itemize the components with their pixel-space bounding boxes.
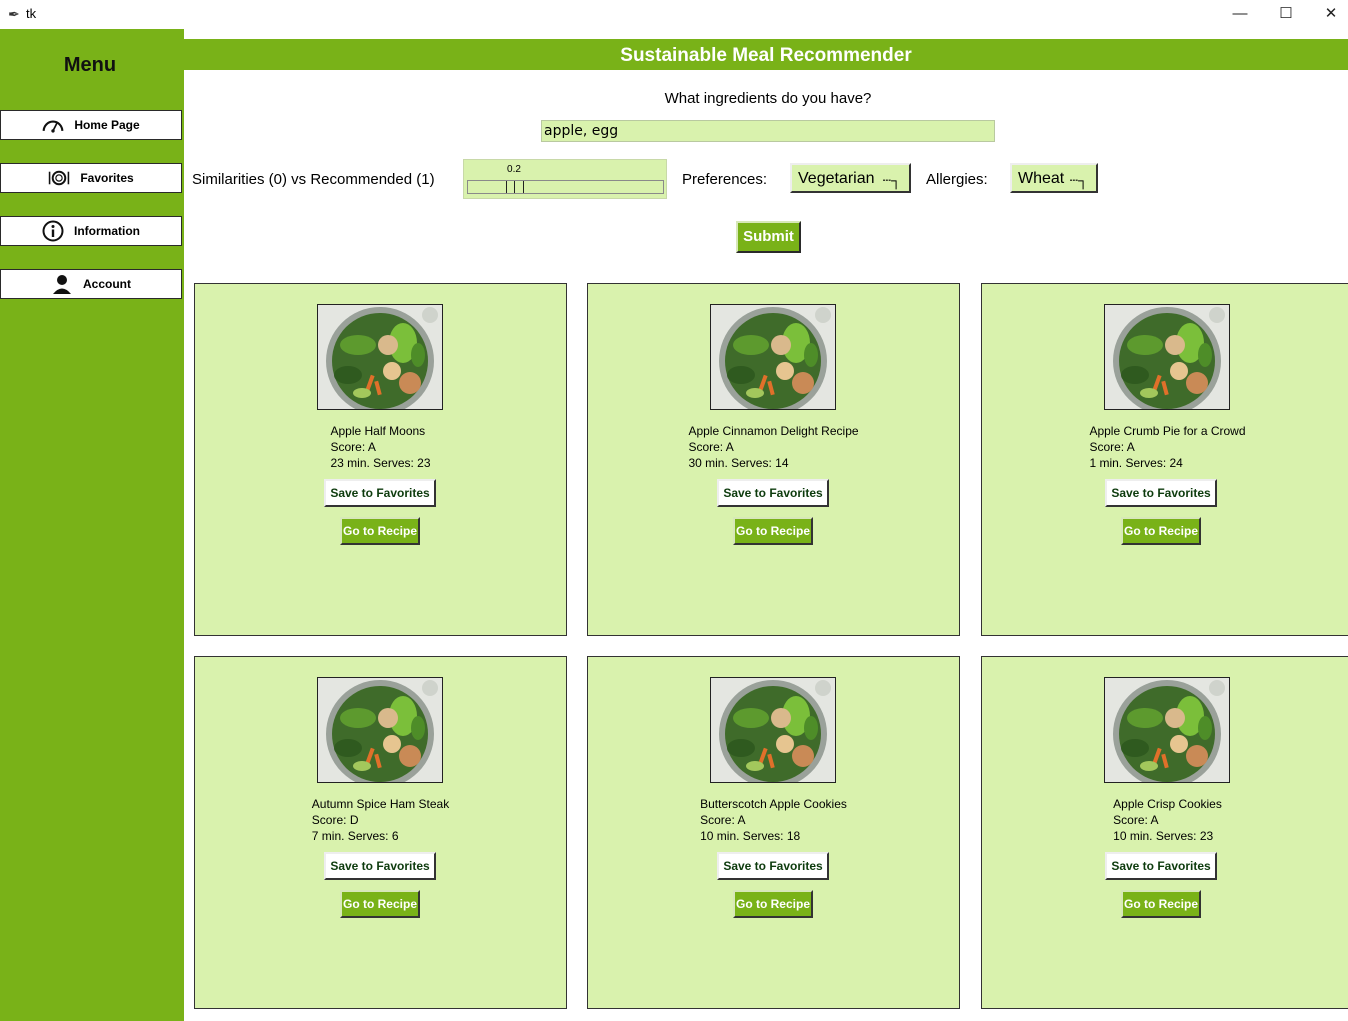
recipe-info: Apple Cinnamon Delight Recipe Score: A 30 …	[588, 423, 959, 471]
recipe-info: Autumn Spice Ham Steak Score: D 7 min. Ser…	[195, 796, 566, 844]
recipe-card: Apple Cinnamon Delight Recipe Score: A 30 …	[587, 283, 960, 636]
save-to-favorites-button[interactable]: Save to Favorites	[324, 852, 436, 880]
slider-trough[interactable]	[467, 180, 664, 194]
recipe-time-serves: 23 min. Serves: 23	[330, 456, 431, 470]
feather-icon: ✒	[8, 6, 20, 22]
recipe-name: Apple Half Moons	[330, 424, 426, 438]
window-titlebar: ✒ tk — ☐ ✕	[0, 0, 1348, 28]
recipe-name: Apple Cinnamon Delight Recipe	[688, 424, 859, 438]
recipe-time-serves: 7 min. Serves: 6	[311, 829, 399, 843]
sidebar-item-home-page[interactable]: Home Page	[0, 110, 182, 140]
recipe-name: Butterscotch Apple Cookies	[700, 797, 847, 811]
submit-button[interactable]: Submit	[736, 221, 801, 253]
recipe-time-serves: 10 min. Serves: 18	[700, 829, 801, 843]
allergies-label: Allergies:	[926, 171, 988, 188]
recipe-score: Score: A	[700, 813, 746, 827]
sidebar-item-information[interactable]: Information	[0, 216, 182, 246]
sidebar-item-label: Information	[74, 224, 140, 238]
recipe-time-serves: 1 min. Serves: 24	[1089, 456, 1183, 470]
menu-title: Menu	[63, 54, 117, 76]
recipe-info: Apple Crumb Pie for a Crowd Score: A 1 min…	[982, 423, 1348, 471]
person-icon	[51, 274, 73, 294]
preferences-dropdown[interactable]: Vegetarian ┄┐	[790, 163, 911, 193]
recipe-card: Autumn Spice Ham Steak Score: D 7 min. Ser…	[194, 656, 567, 1009]
allergies-value: Wheat	[1018, 170, 1065, 187]
recipe-card: Apple Crumb Pie for a Crowd Score: A 1 min…	[981, 283, 1348, 636]
window-title: tk	[26, 6, 37, 21]
preferences-label: Preferences:	[682, 171, 768, 188]
dropdown-indicator-icon: ┄┐	[1069, 172, 1088, 188]
recipe-time-serves: 10 min. Serves: 23	[1113, 829, 1214, 843]
save-to-favorites-button[interactable]: Save to Favorites	[717, 479, 829, 507]
maximize-icon[interactable]: ☐	[1263, 0, 1309, 28]
info-icon	[42, 220, 64, 242]
recipe-score: Score: A	[1113, 813, 1159, 827]
recipe-score: Score: A	[330, 440, 376, 454]
recipe-image	[1104, 304, 1230, 410]
save-to-favorites-button[interactable]: Save to Favorites	[324, 479, 436, 507]
allergies-dropdown[interactable]: Wheat ┄┐	[1010, 163, 1098, 193]
go-to-recipe-button[interactable]: Go to Recipe	[733, 890, 813, 918]
recipe-image	[317, 677, 443, 783]
recipe-image	[1104, 677, 1230, 783]
go-to-recipe-button[interactable]: Go to Recipe	[1121, 890, 1201, 918]
ingredients-question: What ingredients do you have?	[664, 90, 872, 107]
recipe-score: Score: A	[1089, 440, 1135, 454]
recipe-name: Apple Crisp Cookies	[1113, 797, 1222, 811]
similarity-slider[interactable]: 0.2	[463, 159, 667, 199]
recipe-card: Butterscotch Apple Cookies Score: A 10 min…	[587, 656, 960, 1009]
plate-cutlery-icon	[48, 168, 70, 188]
sidebar-item-label: Account	[83, 277, 131, 291]
recipe-image	[317, 304, 443, 410]
recipe-card: Apple Crisp Cookies Score: A 10 min. Serve…	[981, 656, 1348, 1009]
recipe-info: Apple Crisp Cookies Score: A 10 min. Serve…	[982, 796, 1348, 844]
recipe-info: Butterscotch Apple Cookies Score: A 10 min…	[588, 796, 959, 844]
go-to-recipe-button[interactable]: Go to Recipe	[1121, 517, 1201, 545]
slider-value: 0.2	[507, 164, 521, 175]
minimize-icon[interactable]: —	[1217, 0, 1263, 28]
save-to-favorites-button[interactable]: Save to Favorites	[717, 852, 829, 880]
preferences-value: Vegetarian	[798, 170, 875, 187]
go-to-recipe-button[interactable]: Go to Recipe	[340, 517, 420, 545]
sidebar-item-label: Favorites	[80, 171, 134, 185]
save-to-favorites-button[interactable]: Save to Favorites	[1105, 479, 1217, 507]
page-title: Sustainable Meal Recommender	[184, 39, 1348, 70]
dropdown-indicator-icon: ┄┐	[882, 172, 901, 188]
sidebar-item-favorites[interactable]: Favorites	[0, 163, 182, 193]
recipe-time-serves: 30 min. Serves: 14	[688, 456, 789, 470]
recipe-image	[710, 304, 836, 410]
go-to-recipe-button[interactable]: Go to Recipe	[340, 890, 420, 918]
recipe-card: Apple Half Moons Score: A 23 min. Serves: …	[194, 283, 567, 636]
recipe-name: Apple Crumb Pie for a Crowd	[1089, 424, 1246, 438]
close-icon[interactable]: ✕	[1308, 0, 1348, 28]
save-to-favorites-button[interactable]: Save to Favorites	[1105, 852, 1217, 880]
sidebar-item-account[interactable]: Account	[0, 269, 182, 299]
slider-handle[interactable]	[506, 181, 524, 193]
go-to-recipe-button[interactable]: Go to Recipe	[733, 517, 813, 545]
recipe-info: Apple Half Moons Score: A 23 min. Serves: …	[195, 423, 566, 471]
sidebar-item-label: Home Page	[74, 118, 140, 132]
recipe-name: Autumn Spice Ham Steak	[311, 797, 450, 811]
recipe-score: Score: A	[688, 440, 734, 454]
speedometer-icon	[42, 115, 64, 135]
slider-label: Similarities (0) vs Recommended (1)	[192, 171, 435, 188]
recipe-image	[710, 677, 836, 783]
ingredients-input[interactable]	[541, 120, 995, 142]
recipe-score: Score: D	[311, 813, 359, 827]
